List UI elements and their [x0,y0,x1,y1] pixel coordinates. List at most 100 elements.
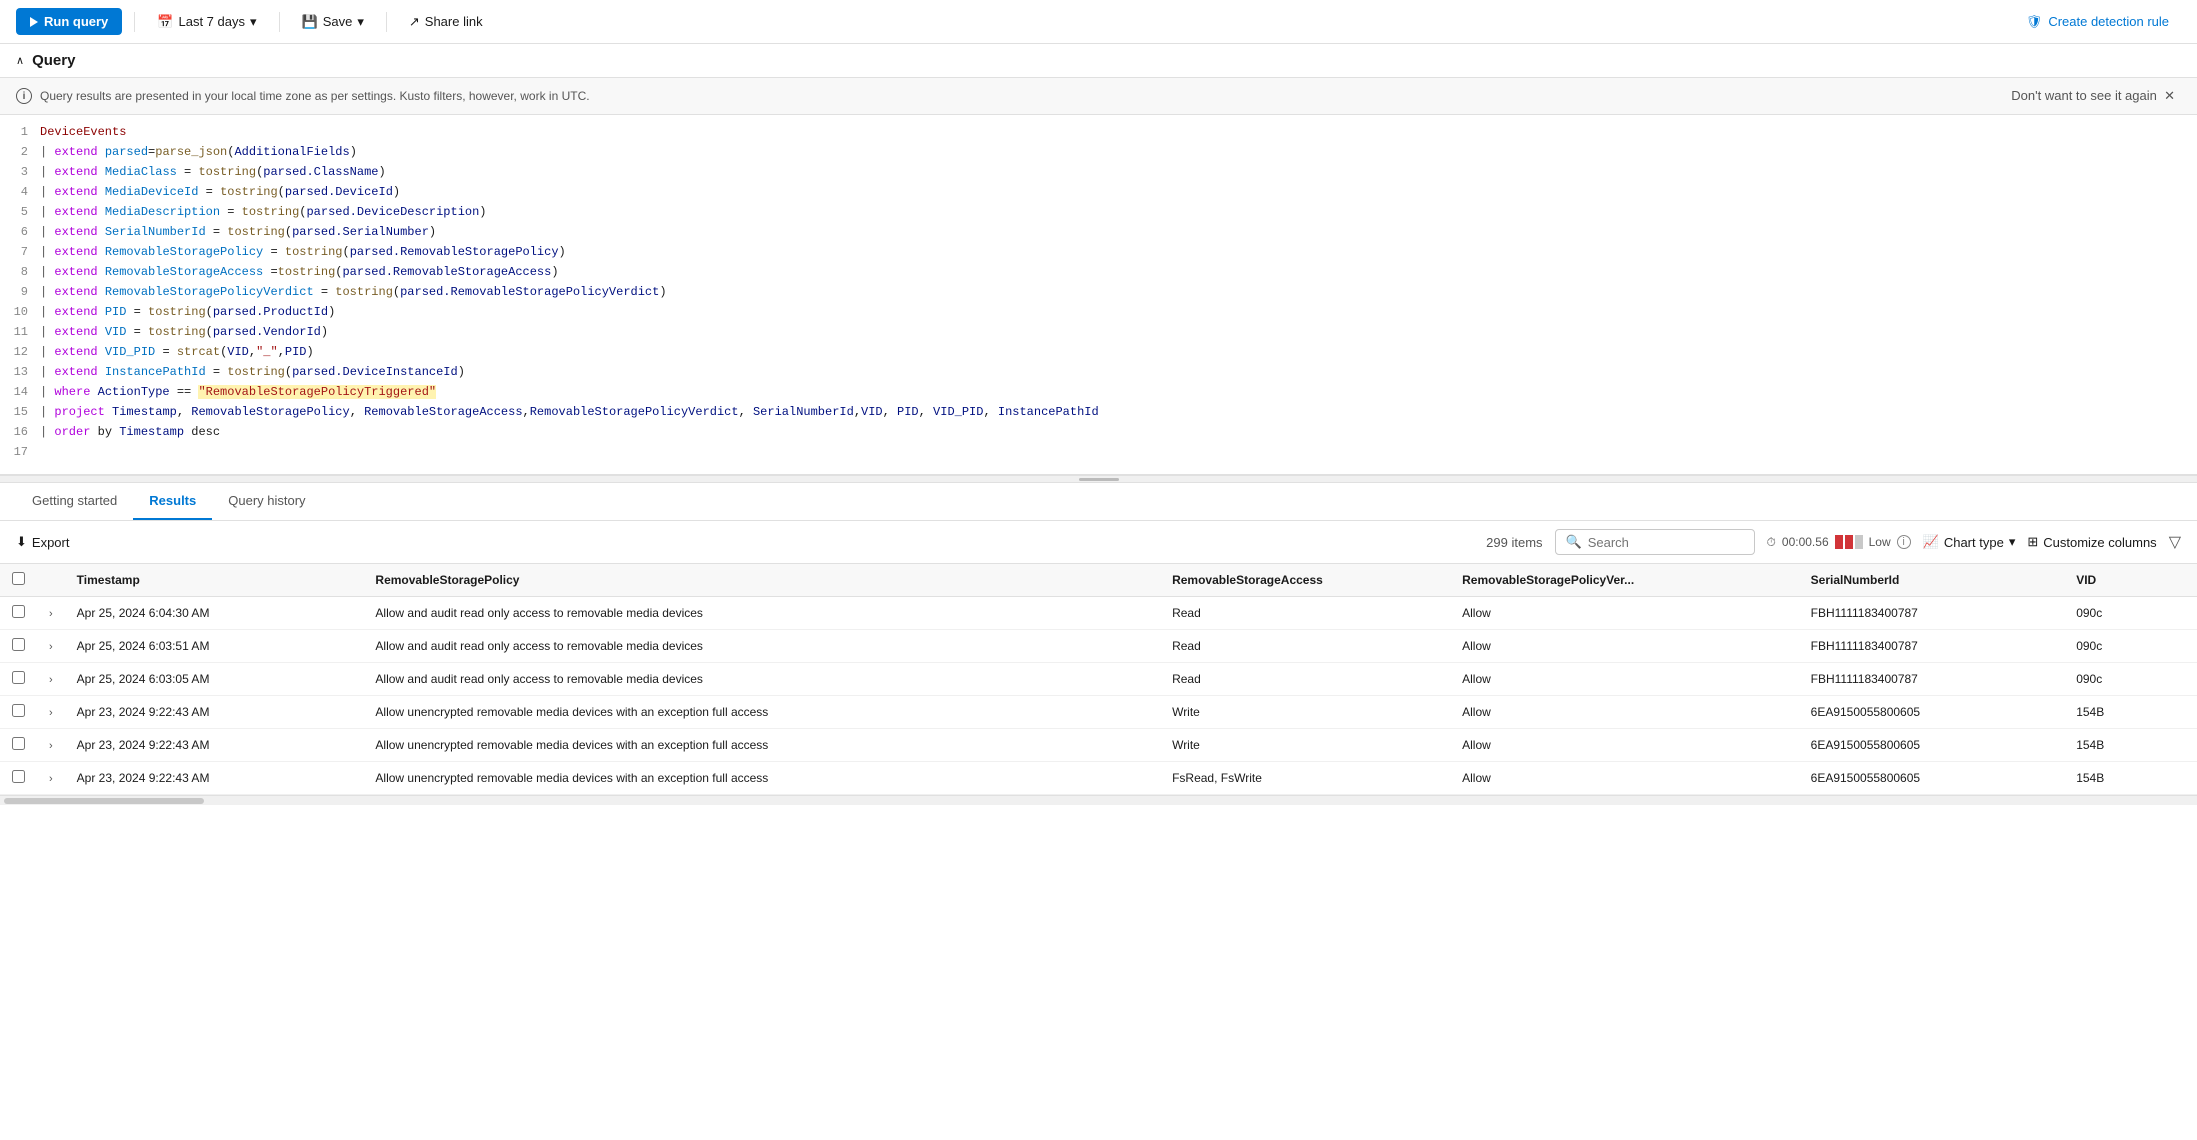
line-num-13: 13 [8,363,40,382]
table-row: › Apr 23, 2024 9:22:43 AM Allow unencryp… [0,762,2197,795]
col-header-verdict[interactable]: RemovableStoragePolicyVer... [1450,564,1799,597]
code-content-15: | project Timestamp, RemovableStoragePol… [40,403,1099,422]
share-icon: ↗ [409,14,420,30]
columns-icon: ⊞ [2027,534,2038,550]
collapse-chevron-icon[interactable]: ∧ [16,54,24,67]
table-header: Timestamp RemovableStoragePolicy Removab… [0,564,2197,597]
low-label: Low [1869,535,1891,549]
row-checkbox-3[interactable] [12,704,25,717]
code-line-9: 9 | extend RemovableStoragePolicyVerdict… [0,283,2197,303]
row-expand-button[interactable]: › [49,641,53,653]
status-bar-2 [1845,535,1853,549]
cell-serial: FBH1111183400787 [1799,663,2065,696]
col-header-policy[interactable]: RemovableStoragePolicy [363,564,1160,597]
header-checkbox-cell [0,564,37,597]
code-line-3: 3 | extend MediaClass = tostring(parsed.… [0,163,2197,183]
code-content-2: | extend parsed=parse_json(AdditionalFie… [40,143,357,162]
data-table-container[interactable]: Timestamp RemovableStoragePolicy Removab… [0,564,2197,1135]
run-query-button[interactable]: Run query [16,8,122,35]
chart-chevron-icon: ▾ [2009,534,2016,550]
row-expand-button[interactable]: › [49,674,53,686]
customize-columns-button[interactable]: ⊞ Customize columns [2027,534,2156,550]
chart-type-button[interactable]: 📈 Chart type ▾ [1923,534,2016,550]
customize-label: Customize columns [2043,535,2156,550]
line-num-4: 4 [8,183,40,202]
search-icon: 🔍 [1566,534,1582,550]
cell-vid: 154B [2064,762,2197,795]
resizer-handle [1079,478,1119,481]
results-table: Timestamp RemovableStoragePolicy Removab… [0,564,2197,795]
cell-access: Read [1160,630,1450,663]
row-checkbox-0[interactable] [12,605,25,618]
search-box[interactable]: 🔍 [1555,529,1755,555]
table-row: › Apr 23, 2024 9:22:43 AM Allow unencryp… [0,696,2197,729]
cell-policy: Allow and audit read only access to remo… [363,597,1160,630]
run-query-label: Run query [44,14,108,29]
timing-value: 00:00.56 [1782,535,1829,549]
col-header-timestamp[interactable]: Timestamp [65,564,364,597]
toolbar-divider-1 [134,12,135,32]
tab-query-history[interactable]: Query history [212,483,321,520]
code-line-1: 1 DeviceEvents [0,123,2197,143]
info-banner-left: i Query results are presented in your lo… [16,88,590,104]
save-chevron-icon: ▾ [357,14,364,30]
results-tabs: Getting started Results Query history [0,483,2197,521]
row-expand-button[interactable]: › [49,773,53,785]
table-body: › Apr 25, 2024 6:04:30 AM Allow and audi… [0,597,2197,795]
cell-timestamp: Apr 25, 2024 6:04:30 AM [65,597,364,630]
items-count: 299 items [1486,535,1542,550]
row-checkbox-1[interactable] [12,638,25,651]
toolbar-divider-3 [386,12,387,32]
cell-timestamp: Apr 25, 2024 6:03:05 AM [65,663,364,696]
tab-getting-started[interactable]: Getting started [16,483,133,520]
cell-policy: Allow and audit read only access to remo… [363,663,1160,696]
time-range-button[interactable]: 📅 Last 7 days ▾ [147,9,266,35]
tab-results[interactable]: Results [133,483,212,520]
share-label: Share link [425,14,483,29]
calendar-icon: 📅 [157,14,173,30]
row-expand-button[interactable]: › [49,740,53,752]
row-expand-button[interactable]: › [49,608,53,620]
table-row: › Apr 25, 2024 6:03:05 AM Allow and audi… [0,663,2197,696]
col-header-vid[interactable]: VID [2064,564,2197,597]
code-line-2: 2 | extend parsed=parse_json(AdditionalF… [0,143,2197,163]
col-header-serial[interactable]: SerialNumberId [1799,564,2065,597]
select-all-checkbox[interactable] [12,572,25,585]
export-label: Export [32,535,70,550]
create-detection-rule-button[interactable]: 🛡 Create detection rule [2014,9,2181,35]
save-button[interactable]: 💾 Save ▾ [292,9,374,35]
panel-resizer[interactable] [0,475,2197,483]
horizontal-scrollbar[interactable] [0,795,2197,805]
row-expand-button[interactable]: › [49,707,53,719]
code-line-16: 16 | order by Timestamp desc [0,423,2197,443]
code-content-7: | extend RemovableStoragePolicy = tostri… [40,243,566,262]
query-section-header: ∧ Query [0,44,2197,78]
cell-policy: Allow unencrypted removable media device… [363,762,1160,795]
row-checkbox-cell [0,729,37,762]
search-input[interactable] [1588,535,1744,550]
share-link-button[interactable]: ↗ Share link [399,9,493,35]
cell-verdict: Allow [1450,663,1799,696]
row-checkbox-5[interactable] [12,770,25,783]
results-section: Getting started Results Query history ⬇ … [0,483,2197,1135]
shield-icon: 🛡 [2026,14,2043,30]
info-icon: i [16,88,32,104]
code-content-4: | extend MediaDeviceId = tostring(parsed… [40,183,400,202]
code-content-10: | extend PID = tostring(parsed.ProductId… [40,303,335,322]
code-content-13: | extend InstancePathId = tostring(parse… [40,363,465,382]
row-checkbox-4[interactable] [12,737,25,750]
row-expand-cell: › [37,696,65,729]
row-checkbox-cell [0,762,37,795]
code-content-16: | order by Timestamp desc [40,423,220,442]
code-line-7: 7 | extend RemovableStoragePolicy = tost… [0,243,2197,263]
export-button[interactable]: ⬇ Export [16,534,69,550]
col-header-access[interactable]: RemovableStorageAccess [1160,564,1450,597]
create-rule-label: Create detection rule [2048,14,2169,29]
dismiss-banner-button[interactable]: Don't want to see it again ✕ [2005,86,2181,106]
code-editor[interactable]: 1 DeviceEvents 2 | extend parsed=parse_j… [0,115,2197,475]
cell-timestamp: Apr 23, 2024 9:22:43 AM [65,762,364,795]
line-num-10: 10 [8,303,40,322]
row-checkbox-2[interactable] [12,671,25,684]
cell-access: Read [1160,663,1450,696]
h-scrollbar-thumb[interactable] [4,798,204,804]
